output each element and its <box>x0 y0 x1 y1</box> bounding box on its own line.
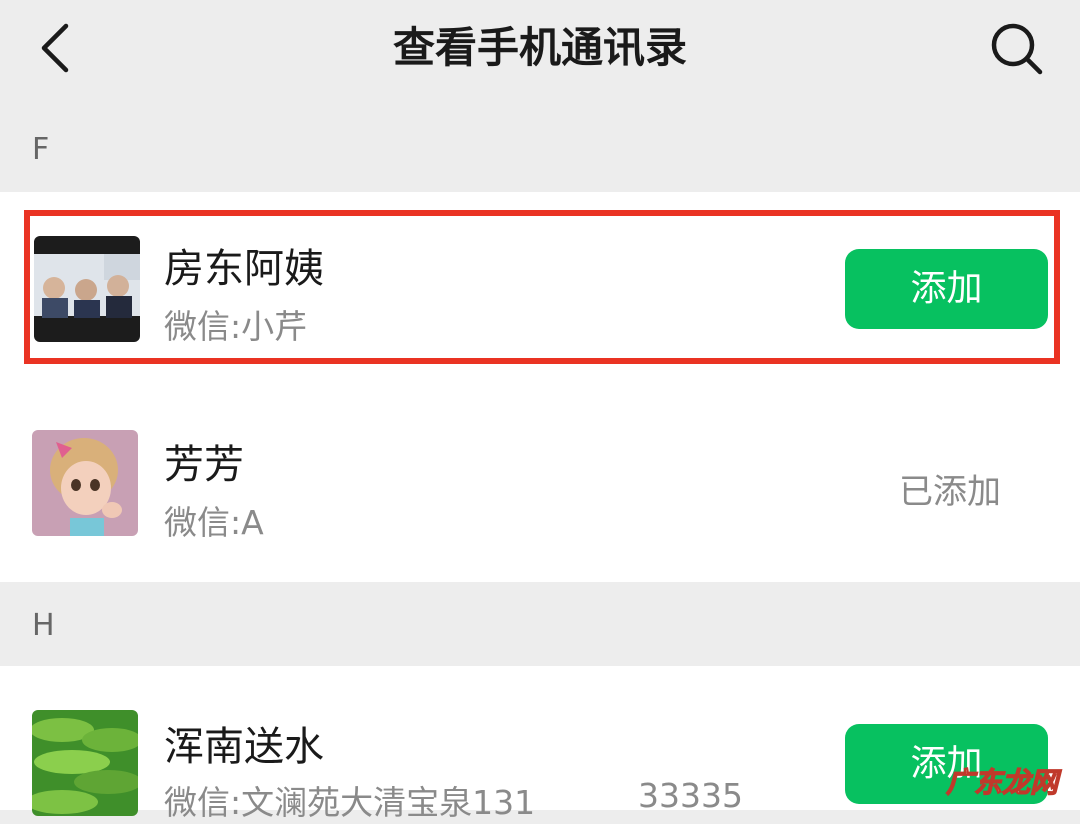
added-status-label: 已添加 <box>899 472 1001 512</box>
section-header-h: H <box>0 582 1080 666</box>
contact-wechat-id: 微信:A <box>164 503 264 542</box>
contact-wechat-id: 微信:文澜苑大清宝泉131 <box>164 783 536 822</box>
add-button[interactable]: 添加 <box>845 249 1048 329</box>
watermark-logo: 广东龙网 <box>928 752 1080 810</box>
avatar <box>34 236 140 342</box>
section-header-f: F <box>0 100 1080 192</box>
contact-name: 房东阿姨 <box>164 246 324 292</box>
svg-text:广东龙网: 广东龙网 <box>946 766 1062 799</box>
contact-row[interactable]: 浑南送水 微信:文澜苑大清宝泉131 33335 添加 <box>0 666 1080 822</box>
chevron-left-icon <box>41 23 69 73</box>
top-bar: 查看手机通讯录 <box>0 0 1080 100</box>
avatar <box>32 430 138 536</box>
search-button[interactable] <box>984 16 1050 82</box>
contact-wechat-id-suffix: 33335 <box>638 776 743 815</box>
back-button[interactable] <box>30 18 80 78</box>
contact-wechat-id: 微信:小芹 <box>164 307 308 346</box>
contact-row[interactable]: 房东阿姨 微信:小芹 添加 <box>0 192 1080 386</box>
contact-name: 芳芳 <box>164 442 244 488</box>
page-title: 查看手机通讯录 <box>392 23 687 72</box>
contact-row[interactable]: 芳芳 微信:A 已添加 <box>0 386 1080 582</box>
search-icon <box>991 23 1043 75</box>
contact-name: 浑南送水 <box>164 724 324 770</box>
avatar <box>32 710 138 816</box>
